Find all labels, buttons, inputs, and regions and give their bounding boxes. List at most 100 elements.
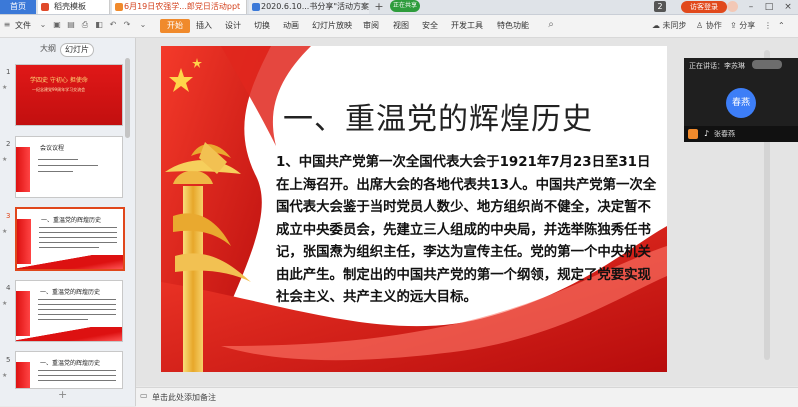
thumb-decor [16, 362, 30, 388]
menu-insert[interactable]: 插入 [196, 19, 212, 33]
thumb-text-line [38, 375, 116, 376]
sharing-status-pill[interactable]: 正在共享 [390, 0, 420, 12]
window-count-badge[interactable]: 2 [654, 1, 666, 12]
thumb-decor [16, 147, 30, 192]
slide-number: 3 [6, 212, 11, 220]
tab-template[interactable]: 稻壳模板 [38, 0, 110, 14]
thumb-text-line [38, 171, 73, 172]
tab-doc-ppt-label: 6月19日农强学...郎党日活动ppt [124, 2, 241, 11]
menu-slideshow[interactable]: 幻灯片放映 [312, 19, 352, 33]
tab-doc-plan[interactable]: 2020.6.10...书分享"活动方案" [249, 0, 369, 14]
notes-expand-icon[interactable]: ▭ [140, 391, 148, 400]
slide-thumbnail-3[interactable]: 一、重温党的辉煌历史 [15, 207, 125, 271]
add-slide-icon[interactable]: + [58, 388, 67, 401]
undo-icon[interactable]: ↶ [108, 20, 118, 30]
visitor-login-button[interactable]: 访客登录 [681, 1, 727, 13]
menu-animation[interactable]: 动画 [283, 19, 299, 33]
thumb-decor [16, 327, 122, 341]
animation-star-icon: ★ [2, 300, 8, 307]
meeting-video-panel[interactable]: 正在讲话：李苏琳 春燕 ♪ 张春燕 [684, 58, 798, 142]
notes-placeholder[interactable]: 单击此处添加备注 [152, 392, 216, 403]
redo-icon[interactable]: ↷ [122, 20, 132, 30]
collab-button[interactable]: ♙ 协作 [696, 19, 722, 33]
slide-number: 4 [6, 284, 11, 292]
participant-photo-icon [688, 129, 698, 139]
slide-number: 1 [6, 68, 11, 76]
print-icon[interactable]: ⎙ [80, 20, 90, 30]
cloud-icon: ☁ [652, 21, 660, 30]
slide-number: 5 [6, 356, 11, 364]
tab-slides[interactable]: 幻灯片 [60, 43, 94, 57]
new-tab-button[interactable]: + [372, 0, 386, 14]
more-icon[interactable]: ⋮ [764, 19, 772, 33]
doc-icon [252, 3, 260, 11]
slide-title: 一、重温党的辉煌历史 [283, 102, 593, 137]
collapse-ribbon-icon[interactable]: ⌃ [778, 19, 785, 33]
menu-start[interactable]: 开始 [160, 19, 190, 33]
menu-review[interactable]: 审阅 [363, 19, 379, 33]
thumb-title: 会议议程 [40, 145, 65, 152]
thumb-text-line [38, 380, 116, 381]
thumb-title: 一、重温党的辉煌历史 [41, 217, 102, 224]
current-slide[interactable]: 一、重温党的辉煌历史 1、中国共产党第一次全国代表大会于1921年7月23日至3… [161, 46, 667, 372]
thumb-text-line [38, 370, 116, 371]
thumb-text-line [39, 247, 99, 248]
slide-thumbnail-2[interactable]: 会议议程 [15, 136, 123, 198]
meeting-participant-bar: ♪ 张春燕 [684, 126, 798, 142]
thumb-text-line [39, 227, 117, 228]
share-label: 分享 [739, 21, 756, 30]
thumb-text-line [39, 237, 117, 238]
menu-design[interactable]: 设计 [225, 19, 241, 33]
animation-star-icon: ★ [2, 156, 8, 163]
microphone-icon[interactable]: ♪ [704, 129, 709, 138]
ppt-icon [115, 3, 123, 11]
tab-outline[interactable]: 大纲 [36, 43, 60, 55]
slide-body-text: 1、中国共产党第一次全国代表大会于1921年7月23日至31日在上海召开。出席大… [276, 155, 657, 305]
unsynced-button[interactable]: ☁ 未同步 [652, 19, 687, 33]
menu-special[interactable]: 特色功能 [497, 19, 529, 33]
thumb-text-line [38, 165, 98, 166]
unsynced-label: 未同步 [662, 21, 687, 30]
thumb-subtitle: —纪念建党99周年学习交流会 [32, 87, 86, 92]
thumb-title: 一、重温党的辉煌历史 [40, 360, 101, 367]
close-icon[interactable]: × [779, 0, 797, 14]
tab-template-label: 稻壳模板 [54, 2, 86, 11]
slide-thumbnail-5[interactable]: 一、重温党的辉煌历史 [15, 351, 123, 389]
minimize-icon[interactable]: – [742, 0, 760, 14]
open-icon[interactable]: ▤ [66, 20, 76, 30]
daoke-icon [41, 3, 49, 11]
collab-label: 协作 [705, 21, 722, 30]
slide-thumbnail-4[interactable]: 一、重温党的辉煌历史 [15, 280, 123, 342]
browser-tab-bar: 首页 稻壳模板 6月19日农强学...郎党日活动ppt 2020.6.10...… [0, 0, 798, 15]
speaking-label: 正在讲话：李苏琳 [689, 62, 745, 70]
preview-icon[interactable]: ◧ [94, 20, 104, 30]
thumb-decor [17, 255, 123, 269]
more-dropdown-icon[interactable]: ⌄ [138, 20, 148, 30]
thumb-text-line [38, 314, 116, 315]
file-dropdown-icon[interactable]: ⌄ [38, 20, 48, 30]
menu-file[interactable]: 文件 [15, 19, 31, 33]
ribbon-menu-bar: ≡ 文件 ⌄ ▣ ▤ ⎙ ◧ ↶ ↷ ⌄ 开始 插入 设计 切换 动画 幻灯片放… [0, 15, 798, 38]
menu-security[interactable]: 安全 [422, 19, 438, 33]
save-icon[interactable]: ▣ [52, 20, 62, 30]
tab-doc-plan-label: 2020.6.10...书分享"活动方案" [261, 2, 369, 11]
search-icon[interactable]: ⌕ [546, 20, 556, 30]
menu-transition[interactable]: 切换 [254, 19, 270, 33]
thumb-text-line [38, 309, 116, 310]
thumb-text-line [38, 319, 88, 320]
slide-thumbnail-1[interactable]: 学四史 守初心 担使命 —纪念建党99周年学习交流会 [15, 64, 123, 126]
thumbnail-scrollbar[interactable] [125, 58, 130, 138]
user-avatar[interactable] [727, 1, 738, 12]
notes-bar[interactable]: 单击此处添加备注 [136, 387, 798, 407]
maximize-icon[interactable]: □ [760, 0, 778, 14]
slide-thumbnail-panel: 大纲 幻灯片 1 ★ 学四史 守初心 担使命 —纪念建党99周年学习交流会 2 … [0, 38, 136, 406]
tab-home[interactable]: 首页 [0, 0, 36, 14]
animation-star-icon: ★ [2, 372, 8, 379]
menu-devtools[interactable]: 开发工具 [451, 19, 483, 33]
share-button[interactable]: ⇪ 分享 [730, 19, 755, 33]
participant-avatar: 春燕 [726, 88, 756, 118]
menu-hamburger-icon[interactable]: ≡ [2, 20, 12, 30]
menu-view[interactable]: 视图 [393, 19, 409, 33]
tab-doc-ppt[interactable]: 6月19日农强学...郎党日活动ppt [112, 0, 247, 14]
participant-name: 张春燕 [714, 130, 735, 138]
